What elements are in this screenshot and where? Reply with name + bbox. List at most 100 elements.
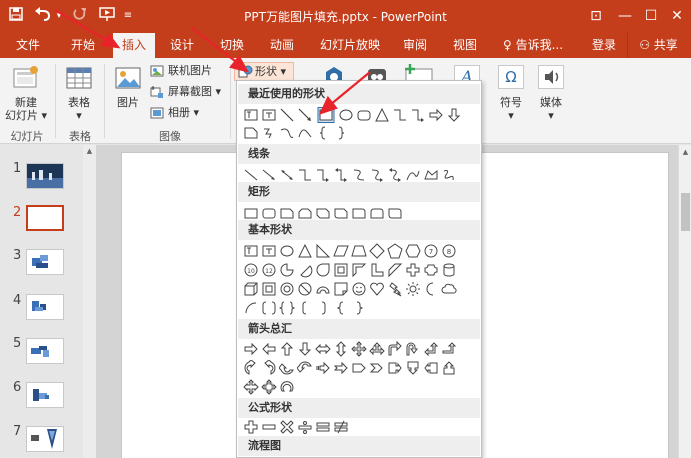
teardrop-icon[interactable] [315, 262, 331, 278]
ribbon-display-options-icon[interactable]: ⊡ [583, 5, 609, 27]
not-equal-sign-icon[interactable] [333, 419, 349, 435]
tab-home[interactable]: 开始 [63, 33, 103, 58]
pie-shape-icon[interactable] [279, 262, 295, 278]
scroll-up-icon[interactable]: ▲ [681, 148, 690, 157]
frame-icon[interactable] [333, 262, 349, 278]
plus-sign-icon[interactable] [243, 419, 259, 435]
arc-shape-icon[interactable] [297, 125, 313, 141]
curve-icon[interactable] [405, 167, 421, 183]
curved-right-arrow-icon[interactable] [243, 360, 259, 376]
folded-corner-icon[interactable] [333, 281, 349, 297]
moon-icon[interactable] [423, 281, 439, 297]
slide-thumbnail-6[interactable] [26, 382, 64, 408]
parallelogram-icon[interactable] [333, 243, 349, 259]
left-right-up-arrow-icon[interactable] [369, 341, 385, 357]
left-up-arrow-icon[interactable] [423, 341, 439, 357]
rounded-rectangle-icon[interactable] [261, 205, 277, 221]
right-arrow-shape-icon[interactable] [428, 107, 444, 123]
dodecagon-icon[interactable]: 12 [261, 262, 277, 278]
slide-panel-scrollbar[interactable]: ▲ [83, 145, 96, 458]
rectangle-icon[interactable] [243, 205, 259, 221]
snip-round-corner-icon[interactable] [333, 205, 349, 221]
hexagon-icon[interactable] [405, 243, 421, 259]
tab-file[interactable]: 文件 [8, 33, 48, 58]
left-right-arrow-callout-icon[interactable] [243, 379, 259, 395]
picture-button[interactable]: 图片 [110, 62, 146, 122]
slide-thumbnail-4[interactable] [26, 294, 64, 320]
plaque-icon[interactable] [423, 262, 439, 278]
elbow-arrow-icon[interactable] [315, 167, 331, 183]
decagon-icon[interactable]: 10 [243, 262, 259, 278]
right-triangle-icon[interactable] [315, 243, 331, 259]
online-picture-button[interactable]: 联机图片 [148, 62, 228, 80]
diagonal-stripe-icon[interactable] [387, 262, 403, 278]
curved-arrow-connector-icon[interactable] [369, 167, 385, 183]
plus-shape-icon[interactable] [405, 262, 421, 278]
bent-up-arrow-icon[interactable] [441, 341, 457, 357]
snip-single-corner-icon[interactable] [279, 205, 295, 221]
heptagon-icon[interactable]: 7 [423, 243, 439, 259]
triangle-icon[interactable] [297, 243, 313, 259]
tab-review[interactable]: 审阅 [395, 33, 435, 58]
round-diagonal-icon[interactable] [387, 205, 403, 221]
tab-view[interactable]: 视图 [445, 33, 485, 58]
notched-right-arrow-icon[interactable] [333, 360, 349, 376]
down-block-arrow-icon[interactable] [297, 341, 313, 357]
maximize-button[interactable]: ☐ [638, 5, 664, 27]
tab-transitions[interactable]: 切换 [212, 33, 252, 58]
bent-arrow-icon[interactable] [387, 341, 403, 357]
can-icon[interactable] [441, 262, 457, 278]
up-arrow-callout-icon[interactable] [441, 360, 457, 376]
right-brace-shape-icon[interactable] [333, 125, 349, 141]
donut-icon[interactable] [279, 281, 295, 297]
up-block-arrow-icon[interactable] [279, 341, 295, 357]
rounded-rectangle-icon[interactable] [356, 107, 372, 123]
minus-sign-icon[interactable] [261, 419, 277, 435]
symbol-button[interactable]: Ω 符号 ▾ [494, 62, 528, 122]
arc-icon[interactable] [243, 300, 259, 316]
u-turn-arrow-icon[interactable] [405, 341, 421, 357]
double-brace-icon[interactable] [279, 300, 295, 316]
diamond-icon[interactable] [369, 243, 385, 259]
curved-up-arrow-icon[interactable] [279, 360, 295, 376]
customize-icon[interactable]: ≡ [122, 6, 134, 26]
division-sign-icon[interactable] [297, 419, 313, 435]
curved-connector-icon[interactable] [279, 125, 295, 141]
save-icon[interactable] [6, 6, 26, 26]
lightning-bolt-icon[interactable] [387, 281, 403, 297]
curved-left-arrow-icon[interactable] [261, 360, 277, 376]
snip-same-side-icon[interactable] [297, 205, 313, 221]
redo-icon[interactable] [70, 6, 90, 26]
slide-thumbnail-5[interactable] [26, 338, 64, 364]
left-bracket-icon[interactable] [297, 300, 313, 316]
snip-diagonal-icon[interactable] [315, 205, 331, 221]
tab-slideshow[interactable]: 幻灯片放映 [315, 33, 385, 58]
arrow-line-icon[interactable] [261, 167, 277, 183]
pentagon-icon[interactable] [387, 243, 403, 259]
close-button[interactable]: ✕ [664, 5, 690, 27]
shapes-button[interactable]: 形状 ▾ [234, 62, 294, 81]
elbow-connector-icon[interactable] [392, 107, 408, 123]
scroll-up-icon[interactable]: ▲ [85, 147, 94, 156]
freeform-shape-icon[interactable] [423, 167, 439, 183]
cube-icon[interactable] [243, 281, 259, 297]
right-block-arrow-icon[interactable] [243, 341, 259, 357]
curved-connector-icon[interactable] [351, 167, 367, 183]
sign-in-link[interactable]: 登录 [586, 33, 622, 58]
share-button[interactable]: ⚇ 共享 [627, 33, 689, 58]
tab-insert[interactable]: 插入 [113, 33, 155, 58]
canvas-vertical-scrollbar[interactable]: ▲ [678, 145, 691, 458]
vertical-text-box-icon[interactable] [261, 107, 277, 123]
cloud-icon[interactable] [441, 281, 457, 297]
rectangle-shape-icon[interactable] [317, 107, 335, 123]
round-single-corner-icon[interactable] [351, 205, 367, 221]
snip-rectangle-icon[interactable] [243, 125, 259, 141]
minimize-button[interactable]: — [612, 5, 638, 27]
right-brace-icon[interactable] [351, 300, 367, 316]
chord-icon[interactable] [297, 262, 313, 278]
left-right-arrow-icon[interactable] [315, 341, 331, 357]
curved-double-arrow-icon[interactable] [387, 167, 403, 183]
elbow-connector-icon[interactable] [297, 167, 313, 183]
scroll-thumb[interactable] [681, 193, 690, 231]
no-symbol-icon[interactable] [297, 281, 313, 297]
